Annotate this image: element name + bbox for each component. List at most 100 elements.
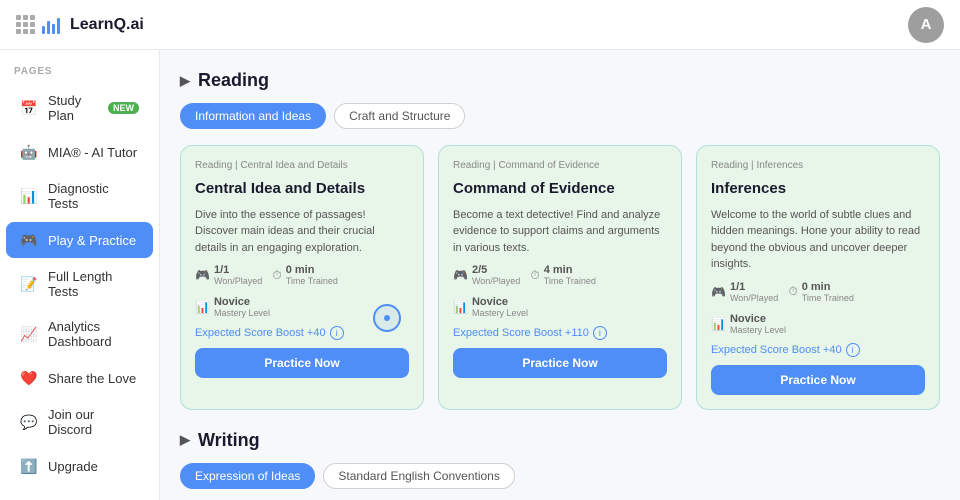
cursor-indicator bbox=[373, 304, 401, 332]
writing-title-icon: ▶ bbox=[180, 432, 190, 448]
stat-time-label-1: Time Trained bbox=[286, 276, 338, 286]
stat-time-value-3: 0 min bbox=[802, 281, 854, 293]
stat-time-1: ⏱ 0 min Time Trained bbox=[272, 264, 338, 286]
sidebar-item-diagnostic-tests[interactable]: 📊 Diagnostic Tests bbox=[6, 172, 153, 220]
sidebar-item-label: Share the Love bbox=[48, 371, 136, 386]
reading-tabs: Information and Ideas Craft and Structur… bbox=[180, 103, 940, 129]
sidebar: PAGES 📅 Study Plan NEW 🤖 MIA® - AI Tutor… bbox=[0, 50, 160, 500]
chart-icon: 📊 bbox=[20, 187, 38, 205]
card-stats-2: 🎮 2/5 Won/Played ⏱ 4 min Time Trained bbox=[453, 264, 667, 318]
calendar-icon: 📅 bbox=[20, 99, 38, 117]
tab-expression-ideas[interactable]: Expression of Ideas bbox=[180, 463, 315, 489]
gamepad-icon: 🎮 bbox=[20, 231, 38, 249]
stat-won-played-2: 🎮 2/5 Won/Played bbox=[453, 264, 520, 286]
card-title-2: Command of Evidence bbox=[453, 179, 667, 199]
sidebar-item-upgrade[interactable]: ⬆️ Upgrade bbox=[6, 448, 153, 484]
card-title-1: Central Idea and Details bbox=[195, 179, 409, 199]
sidebar-item-label: Upgrade bbox=[48, 459, 98, 474]
main-content: ▶ Reading Information and Ideas Craft an… bbox=[160, 50, 960, 500]
card-meta-2: Reading | Command of Evidence bbox=[453, 160, 667, 171]
stat-won-played-3: 🎮 1/1 Won/Played bbox=[711, 281, 778, 303]
mastery-icon-3: 📊 bbox=[711, 317, 726, 331]
sidebar-item-full-length-tests[interactable]: 📝 Full Length Tests bbox=[6, 260, 153, 308]
sidebar-item-label: Diagnostic Tests bbox=[48, 181, 139, 211]
boost-text-3: Expected Score Boost +40 bbox=[711, 344, 842, 356]
card-topic-2: Command of Evidence bbox=[498, 160, 599, 171]
stat-mastery-value-2: Novice bbox=[472, 296, 528, 308]
card-desc-1: Dive into the essence of passages! Disco… bbox=[195, 207, 409, 257]
stat-mastery-2: 📊 Novice Mastery Level bbox=[453, 296, 528, 318]
boost-info-icon-2[interactable]: i bbox=[593, 326, 607, 340]
discord-icon: 💬 bbox=[20, 413, 38, 431]
reading-title-icon: ▶ bbox=[180, 73, 190, 89]
stat-mastery-label-3: Mastery Level bbox=[730, 325, 786, 335]
stat-mastery-1: 📊 Novice Mastery Level bbox=[195, 296, 270, 318]
sidebar-item-play-practice[interactable]: 🎮 Play & Practice bbox=[6, 222, 153, 258]
document-icon: 📝 bbox=[20, 275, 38, 293]
card-meta-1: Reading | Central Idea and Details bbox=[195, 160, 409, 171]
sidebar-item-label: Analytics Dashboard bbox=[48, 319, 139, 349]
grid-dot bbox=[16, 15, 21, 20]
reading-section: ▶ Reading Information and Ideas Craft an… bbox=[180, 70, 940, 410]
sidebar-item-label: Play & Practice bbox=[48, 233, 136, 248]
pages-label: PAGES bbox=[0, 62, 159, 83]
stat-mastery-value-3: Novice bbox=[730, 313, 786, 325]
grid-dot bbox=[23, 22, 28, 27]
header-bar: LearnQ.ai A bbox=[0, 0, 960, 50]
card-boost-1: Expected Score Boost +40 i bbox=[195, 326, 409, 340]
sidebar-item-mia-tutor[interactable]: 🤖 MIA® - AI Tutor bbox=[6, 134, 153, 170]
boost-text-1: Expected Score Boost +40 bbox=[195, 327, 326, 339]
stat-time-value-2: 4 min bbox=[544, 264, 596, 276]
writing-title: ▶ Writing bbox=[180, 430, 940, 451]
practice-btn-1[interactable]: Practice Now bbox=[195, 348, 409, 378]
boost-info-icon-3[interactable]: i bbox=[846, 343, 860, 357]
card-section-3: Reading bbox=[711, 160, 748, 171]
upgrade-icon: ⬆️ bbox=[20, 457, 38, 475]
practice-btn-3[interactable]: Practice Now bbox=[711, 365, 925, 395]
mastery-icon-2: 📊 bbox=[453, 300, 468, 314]
logo-area: LearnQ.ai bbox=[16, 15, 144, 34]
reading-card-1: Reading | Central Idea and Details Centr… bbox=[180, 145, 424, 410]
app-name: LearnQ.ai bbox=[70, 16, 144, 34]
grid-icon bbox=[16, 15, 34, 34]
stat-time-label-2: Time Trained bbox=[544, 276, 596, 286]
avatar[interactable]: A bbox=[908, 7, 944, 43]
won-icon-1: 🎮 bbox=[195, 268, 210, 282]
tab-craft-structure[interactable]: Craft and Structure bbox=[334, 103, 465, 129]
sidebar-item-share-love[interactable]: ❤️ Share the Love bbox=[6, 360, 153, 396]
card-stats-3: 🎮 1/1 Won/Played ⏱ 0 min Time Trained bbox=[711, 281, 925, 335]
grid-dot bbox=[30, 29, 35, 34]
reading-title-text: Reading bbox=[198, 70, 269, 91]
clock-icon-1: ⏱ bbox=[272, 268, 281, 283]
tab-standard-english[interactable]: Standard English Conventions bbox=[323, 463, 514, 489]
analytics-icon: 📈 bbox=[20, 325, 38, 343]
stat-mastery-3: 📊 Novice Mastery Level bbox=[711, 313, 786, 335]
stat-won-played-1: 🎮 1/1 Won/Played bbox=[195, 264, 262, 286]
stat-mastery-label-1: Mastery Level bbox=[214, 308, 270, 318]
stat-mastery-value-1: Novice bbox=[214, 296, 270, 308]
card-section-2: Reading bbox=[453, 160, 490, 171]
grid-dot bbox=[16, 22, 21, 27]
card-desc-3: Welcome to the world of subtle clues and… bbox=[711, 207, 925, 273]
sidebar-item-study-plan[interactable]: 📅 Study Plan NEW bbox=[6, 84, 153, 132]
won-icon-2: 🎮 bbox=[453, 268, 468, 282]
sidebar-item-label: MIA® - AI Tutor bbox=[48, 145, 137, 160]
reading-title: ▶ Reading bbox=[180, 70, 940, 91]
sidebar-item-label: Study Plan bbox=[48, 93, 94, 123]
writing-title-text: Writing bbox=[198, 430, 260, 451]
grid-dot bbox=[23, 29, 28, 34]
stat-label-3: Won/Played bbox=[730, 293, 778, 303]
reading-cards-row: Reading | Central Idea and Details Centr… bbox=[180, 145, 940, 410]
sidebar-item-analytics-dashboard[interactable]: 📈 Analytics Dashboard bbox=[6, 310, 153, 358]
logo-bars-icon bbox=[42, 16, 60, 34]
practice-btn-2[interactable]: Practice Now bbox=[453, 348, 667, 378]
sidebar-item-join-discord[interactable]: 💬 Join our Discord bbox=[6, 398, 153, 446]
stat-value-2: 2/5 bbox=[472, 264, 520, 276]
writing-tabs: Expression of Ideas Standard English Con… bbox=[180, 463, 940, 489]
tab-information-ideas[interactable]: Information and Ideas bbox=[180, 103, 326, 129]
boost-text-2: Expected Score Boost +110 bbox=[453, 327, 589, 339]
grid-dot bbox=[16, 29, 21, 34]
card-title-3: Inferences bbox=[711, 179, 925, 199]
stat-time-value-1: 0 min bbox=[286, 264, 338, 276]
boost-info-icon-1[interactable]: i bbox=[330, 326, 344, 340]
